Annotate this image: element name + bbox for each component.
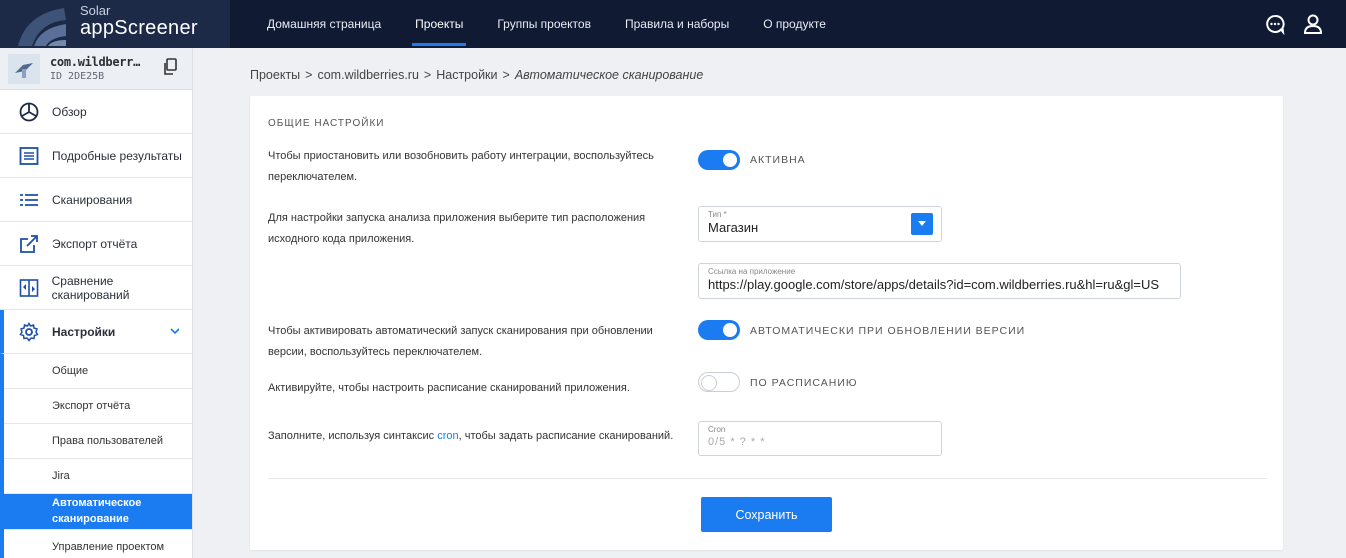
sidebar-item-detailed-results[interactable]: Подробные результаты — [0, 134, 192, 178]
type-select-label: Тип * — [708, 210, 727, 219]
type-select-value: Магазин — [708, 220, 759, 235]
main-nav: Домашняя страница Проекты Группы проекто… — [250, 0, 843, 48]
sidebar-item-label: Обзор — [52, 104, 87, 119]
app-link-field[interactable]: Ссылка на приложение https://play.google… — [698, 263, 1181, 299]
sidebar-item-settings[interactable]: Настройки — [0, 310, 192, 354]
sidebar-item-overview[interactable]: Обзор — [0, 90, 192, 134]
nav-about[interactable]: О продукте — [746, 0, 843, 48]
sidebar-item-compare[interactable]: Сравнение сканирований — [0, 266, 192, 310]
nav-project-groups[interactable]: Группы проектов — [480, 0, 608, 48]
chevron-down-icon — [170, 328, 180, 335]
submenu-general[interactable]: Общие — [4, 354, 192, 389]
chat-icon[interactable] — [1264, 13, 1286, 36]
settings-gear-icon — [18, 321, 40, 343]
settings-submenu: Общие Экспорт отчёта Права пользователей… — [0, 354, 192, 558]
submenu-jira[interactable]: Jira — [4, 459, 192, 494]
compare-icon — [18, 277, 40, 299]
integration-description: Чтобы приостановить или возобновить рабо… — [268, 150, 654, 183]
logo-globe-icon — [18, 8, 66, 46]
type-select[interactable]: Тип * Магазин — [698, 206, 942, 242]
app-link-label: Ссылка на приложение — [708, 267, 796, 276]
schedule-toggle-label: ПО РАСПИСАНИЮ — [750, 377, 858, 389]
nav-rules[interactable]: Правила и наборы — [608, 0, 746, 48]
sidebar-item-scans[interactable]: Сканирования — [0, 178, 192, 222]
breadcrumb-settings[interactable]: Настройки — [436, 68, 497, 82]
auto-scan-description: Чтобы активировать автоматический запуск… — [268, 325, 653, 358]
sidebar-item-label: Сканирования — [52, 192, 133, 207]
integration-toggle[interactable] — [698, 150, 740, 170]
app-link-value: https://play.google.com/store/apps/detai… — [708, 277, 1160, 292]
project-card[interactable]: com.wildberr… ID 2DE25B — [0, 48, 192, 90]
nav-home[interactable]: Домашняя страница — [250, 0, 398, 48]
copy-icon[interactable] — [162, 58, 178, 76]
logo-small-text: Solar — [80, 3, 111, 18]
submenu-auto-scan[interactable]: Автоматическое сканирование — [4, 494, 192, 530]
breadcrumb: Проекты > com.wildberries.ru > Настройки > Авт… — [250, 68, 703, 82]
auto-scan-toggle[interactable] — [698, 320, 740, 340]
sidebar-item-label: Настройки — [52, 324, 116, 339]
breadcrumb-projects[interactable]: Проекты — [250, 68, 300, 82]
logo-big-text: appScreener — [80, 17, 198, 39]
submenu-project-management[interactable]: Управление проектом — [4, 530, 192, 558]
top-bar: Solar appScreener Домашняя страница Прое… — [0, 0, 1346, 48]
integration-toggle-label: АКТИВНА — [750, 154, 806, 166]
sidebar-item-export[interactable]: Экспорт отчёта — [0, 222, 192, 266]
project-name: com.wildberr… — [50, 55, 141, 69]
export-icon — [18, 233, 40, 255]
cron-field-placeholder: 0/5 * ? * * — [708, 436, 766, 448]
divider — [268, 478, 1267, 479]
cron-field-label: Cron — [708, 425, 726, 434]
user-icon[interactable] — [1302, 13, 1324, 35]
submenu-user-rights[interactable]: Права пользователей — [4, 424, 192, 459]
cron-text-after: , чтобы задать расписание сканирований. — [458, 430, 674, 442]
detailed-results-icon — [18, 145, 40, 167]
scans-list-icon — [18, 189, 40, 211]
breadcrumb-separator: > — [423, 68, 432, 82]
cron-text-before: Заполните, используя синтаксис — [268, 430, 438, 442]
breadcrumb-separator: > — [305, 68, 313, 82]
section-title: ОБЩИЕ НАСТРОЙКИ — [268, 118, 385, 129]
schedule-description: Активируйте, чтобы настроить расписание … — [268, 382, 630, 394]
sidebar-item-label: Экспорт отчёта — [52, 236, 138, 251]
project-id: ID 2DE25B — [50, 71, 105, 82]
nav-projects[interactable]: Проекты — [398, 0, 480, 48]
sidebar-item-label: Сравнение сканирований — [51, 273, 130, 302]
cron-link[interactable]: cron — [437, 430, 458, 442]
auto-scan-toggle-label: АВТОМАТИЧЕСКИ ПРИ ОБНОВЛЕНИИ ВЕРСИИ — [750, 325, 1026, 337]
source-description: Для настройки запуска анализа приложения… — [268, 212, 646, 245]
schedule-toggle[interactable] — [698, 372, 740, 392]
app-logo[interactable]: Solar appScreener — [0, 0, 230, 48]
submenu-export[interactable]: Экспорт отчёта — [4, 389, 192, 424]
sidebar: com.wildberr… ID 2DE25B Обзор Подробные … — [0, 48, 193, 558]
breadcrumb-separator: > — [502, 68, 510, 82]
cron-description: Заполните, используя синтаксис cron, что… — [268, 426, 698, 447]
settings-card: ОБЩИЕ НАСТРОЙКИ Чтобы приостановить или … — [250, 96, 1283, 550]
sidebar-item-label: Подробные результаты — [52, 148, 182, 163]
overview-icon — [18, 101, 40, 123]
breadcrumb-project[interactable]: com.wildberries.ru — [317, 68, 418, 82]
dropdown-caret-icon[interactable] — [911, 213, 933, 235]
save-button[interactable]: Сохранить — [701, 497, 832, 532]
project-thumbnail — [8, 53, 40, 84]
breadcrumb-current: Автоматическое сканирование — [514, 68, 704, 82]
cron-field[interactable]: Cron 0/5 * ? * * — [698, 421, 942, 456]
